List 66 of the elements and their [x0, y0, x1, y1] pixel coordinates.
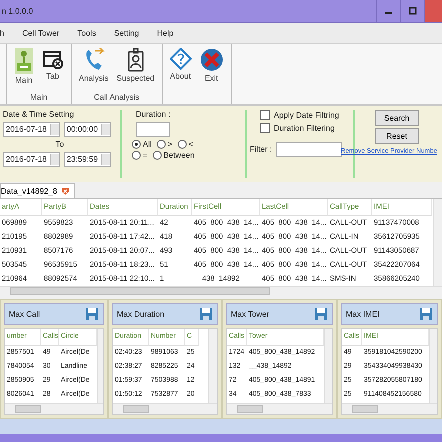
menu-item[interactable]: Tools	[78, 28, 96, 38]
filter-field[interactable]	[276, 142, 342, 157]
tower-icon	[14, 48, 34, 74]
panel-title: Max IMEI	[346, 310, 380, 318]
exit-icon	[200, 48, 224, 72]
duration-field[interactable]	[136, 122, 170, 137]
horizontal-scrollbar[interactable]	[227, 403, 332, 414]
checkbox-icon[interactable]	[260, 110, 270, 120]
date-field[interactable]: 2016-07-18	[3, 122, 60, 137]
action-button[interactable]: Reset	[375, 128, 419, 144]
ribbon-button[interactable]: About	[168, 48, 194, 86]
date-field[interactable]: 2016-07-18	[3, 152, 60, 167]
save-icon[interactable]	[199, 307, 213, 321]
radio-icon[interactable]	[132, 151, 141, 160]
section-title: Date & Time Setting	[3, 110, 76, 119]
id-badge-icon	[126, 48, 145, 72]
horizontal-scrollbar[interactable]	[5, 403, 103, 414]
group-label: Call Analysis	[94, 93, 140, 102]
menu-item[interactable]: Cell Tower	[22, 28, 60, 38]
menu-item[interactable]: Help	[157, 28, 174, 38]
vertical-scrollbar[interactable]	[97, 329, 103, 403]
help-icon	[170, 48, 192, 70]
panel-title: Max Tower	[231, 310, 270, 318]
time-field[interactable]: 23:59:59	[64, 152, 112, 167]
menu-item[interactable]: h	[0, 28, 4, 38]
time-field[interactable]: 00:00:00	[64, 122, 112, 137]
vertical-scrollbar[interactable]	[429, 329, 437, 403]
panel-title: Max Call	[9, 310, 40, 318]
document-tab[interactable]: Data_v14892_8	[0, 183, 74, 198]
action-button[interactable]: Search	[375, 110, 419, 126]
filter-label: Filter :	[250, 145, 272, 154]
checkbox-option[interactable]: Apply Date Filtring	[260, 110, 350, 120]
ribbon-button[interactable]: Exit	[198, 48, 226, 86]
radio-option[interactable]: >	[156, 140, 173, 149]
vertical-scrollbar[interactable]	[208, 329, 217, 403]
ribbon-button[interactable]: Suspected	[114, 48, 157, 86]
radio-option[interactable]: <	[178, 140, 194, 149]
save-icon[interactable]	[85, 307, 99, 321]
panel-title: Max Duration	[117, 310, 165, 318]
save-icon[interactable]	[419, 307, 433, 321]
to-label: To	[56, 140, 64, 149]
ribbon-button[interactable]: Tab	[40, 48, 66, 86]
duration-label: Duration :	[136, 110, 172, 119]
radio-icon[interactable]	[178, 140, 187, 149]
radio-option[interactable]: =	[132, 151, 148, 160]
checkbox-icon[interactable]	[260, 123, 270, 133]
window-title: n 1.0.0.0	[1, 6, 34, 16]
menu-item[interactable]: Setting	[114, 28, 140, 38]
group-label: Main	[30, 93, 48, 102]
vertical-scrollbar[interactable]	[433, 199, 442, 286]
ribbon-button[interactable]: Analysis	[77, 48, 111, 86]
calendar-icon	[42, 48, 64, 70]
radio-option[interactable]: All	[132, 140, 152, 149]
radio-icon[interactable]	[152, 151, 162, 160]
radio-icon[interactable]	[156, 140, 166, 149]
radio-option[interactable]: Between	[152, 151, 195, 160]
save-icon[interactable]	[314, 307, 328, 321]
horizontal-scrollbar[interactable]	[113, 403, 217, 414]
radio-icon[interactable]	[132, 140, 141, 149]
close-icon[interactable]	[60, 186, 70, 196]
ribbon-button[interactable]: Main	[12, 48, 36, 86]
maximize-icon	[408, 7, 416, 15]
vertical-scrollbar[interactable]	[324, 329, 332, 403]
horizontal-scrollbar[interactable]	[0, 286, 442, 295]
checkbox-option[interactable]: Duration Filtering	[260, 123, 350, 133]
horizontal-scrollbar[interactable]	[342, 403, 437, 414]
